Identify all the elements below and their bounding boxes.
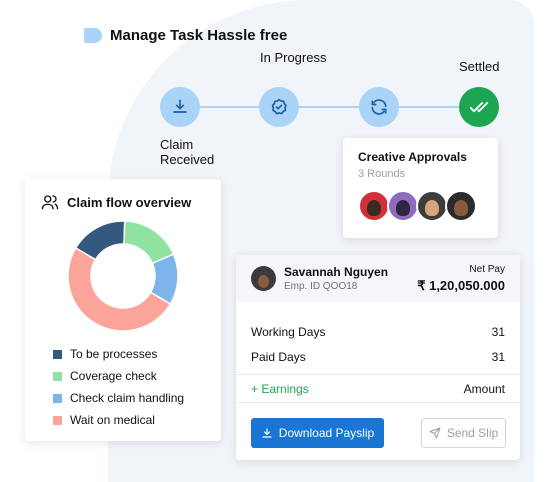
employee-id: Emp. ID QOO18	[284, 281, 358, 292]
approvals-title: Creative Approvals	[358, 150, 467, 164]
row-value: 31	[491, 325, 505, 339]
payslip-row: Paid Days 31	[251, 350, 505, 364]
avatar[interactable]	[387, 190, 419, 222]
download-payslip-button[interactable]: Download Payslip	[251, 418, 384, 448]
step-settled[interactable]	[459, 87, 499, 127]
legend-swatch	[53, 371, 62, 381]
double-check-icon	[469, 101, 489, 113]
avatar[interactable]	[358, 190, 390, 222]
download-icon	[173, 99, 187, 113]
send-slip-label: Send Slip	[446, 426, 499, 440]
step-label-in-progress: In Progress	[260, 50, 327, 65]
send-slip-button[interactable]: Send Slip	[421, 418, 506, 448]
download-icon	[262, 428, 272, 438]
creative-approvals-card: Creative Approvals 3 Rounds	[343, 138, 498, 238]
net-pay-label: Net Pay	[469, 264, 505, 275]
legend-label: Coverage check	[70, 369, 157, 383]
legend-label: To be processes	[70, 347, 158, 361]
divider	[236, 402, 520, 403]
employee-name: Savannah Nguyen	[284, 265, 389, 279]
payslip-header: Savannah Nguyen Emp. ID QOO18 Net Pay ₹ …	[236, 255, 520, 302]
legend-swatch	[53, 393, 62, 403]
brand-logo	[84, 28, 102, 43]
net-pay-amount: ₹ 1,20,050.000	[417, 278, 505, 293]
download-payslip-label: Download Payslip	[278, 426, 375, 440]
avatar[interactable]	[445, 190, 477, 222]
refresh-icon	[371, 99, 387, 115]
step-label-claim-received: Claim Received	[160, 137, 215, 167]
legend-swatch	[53, 349, 62, 359]
legend-item: To be processes	[53, 343, 184, 365]
step-processing[interactable]	[359, 87, 399, 127]
step-claim-received[interactable]	[160, 87, 200, 127]
app-header: Manage Task Hassle free	[84, 27, 287, 44]
avatar[interactable]	[416, 190, 448, 222]
step-label-settled: Settled	[459, 59, 500, 74]
page-title: Manage Task Hassle free	[110, 27, 288, 44]
users-icon	[41, 195, 59, 210]
claim-flow-donut-chart	[67, 220, 179, 332]
claim-flow-overview-card: Claim flow overview To be processes Cove…	[25, 179, 221, 441]
progress-line	[180, 106, 480, 108]
send-icon	[429, 427, 441, 439]
chart-legend: To be processes Coverage check Check cla…	[53, 343, 184, 431]
row-label: Paid Days	[251, 350, 306, 364]
row-label: Working Days	[251, 325, 326, 339]
step-in-progress[interactable]	[259, 87, 299, 127]
legend-item: Check claim handling	[53, 387, 184, 409]
payslip-card: Savannah Nguyen Emp. ID QOO18 Net Pay ₹ …	[236, 255, 520, 460]
earnings-row: + Earnings Amount	[251, 382, 505, 396]
approvals-subtitle: 3 Rounds	[358, 168, 406, 180]
legend-item: Coverage check	[53, 365, 184, 387]
divider	[236, 374, 520, 375]
row-value: 31	[491, 350, 505, 364]
badge-check-icon	[271, 98, 287, 115]
legend-swatch	[53, 415, 62, 425]
overview-title: Claim flow overview	[67, 194, 192, 210]
amount-label: Amount	[463, 382, 505, 396]
legend-label: Check claim handling	[70, 391, 185, 405]
payslip-row: Working Days 31	[251, 325, 505, 339]
legend-item: Wait on medical	[53, 409, 184, 431]
earnings-label[interactable]: + Earnings	[251, 382, 309, 396]
employee-avatar	[251, 266, 276, 291]
legend-label: Wait on medical	[70, 413, 155, 427]
avatar-group	[358, 190, 483, 222]
